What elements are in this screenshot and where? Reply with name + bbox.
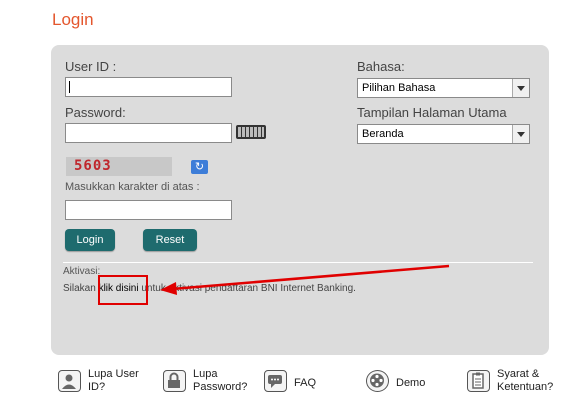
annotation-arrow xyxy=(160,264,450,295)
user-icon xyxy=(58,370,81,392)
footer-label-forgot-password: Lupa Password? xyxy=(193,368,248,393)
clipboard-icon xyxy=(467,370,490,392)
footer-label-terms: Syarat & Ketentuan? xyxy=(497,368,554,393)
footer-label-faq: FAQ xyxy=(294,377,317,389)
lock-icon xyxy=(163,370,186,392)
film-reel-icon xyxy=(366,370,389,392)
footer-label-demo: Demo xyxy=(396,377,426,389)
footer-label-forgot-userid: Lupa User ID? xyxy=(88,368,139,393)
chat-icon xyxy=(264,370,287,392)
